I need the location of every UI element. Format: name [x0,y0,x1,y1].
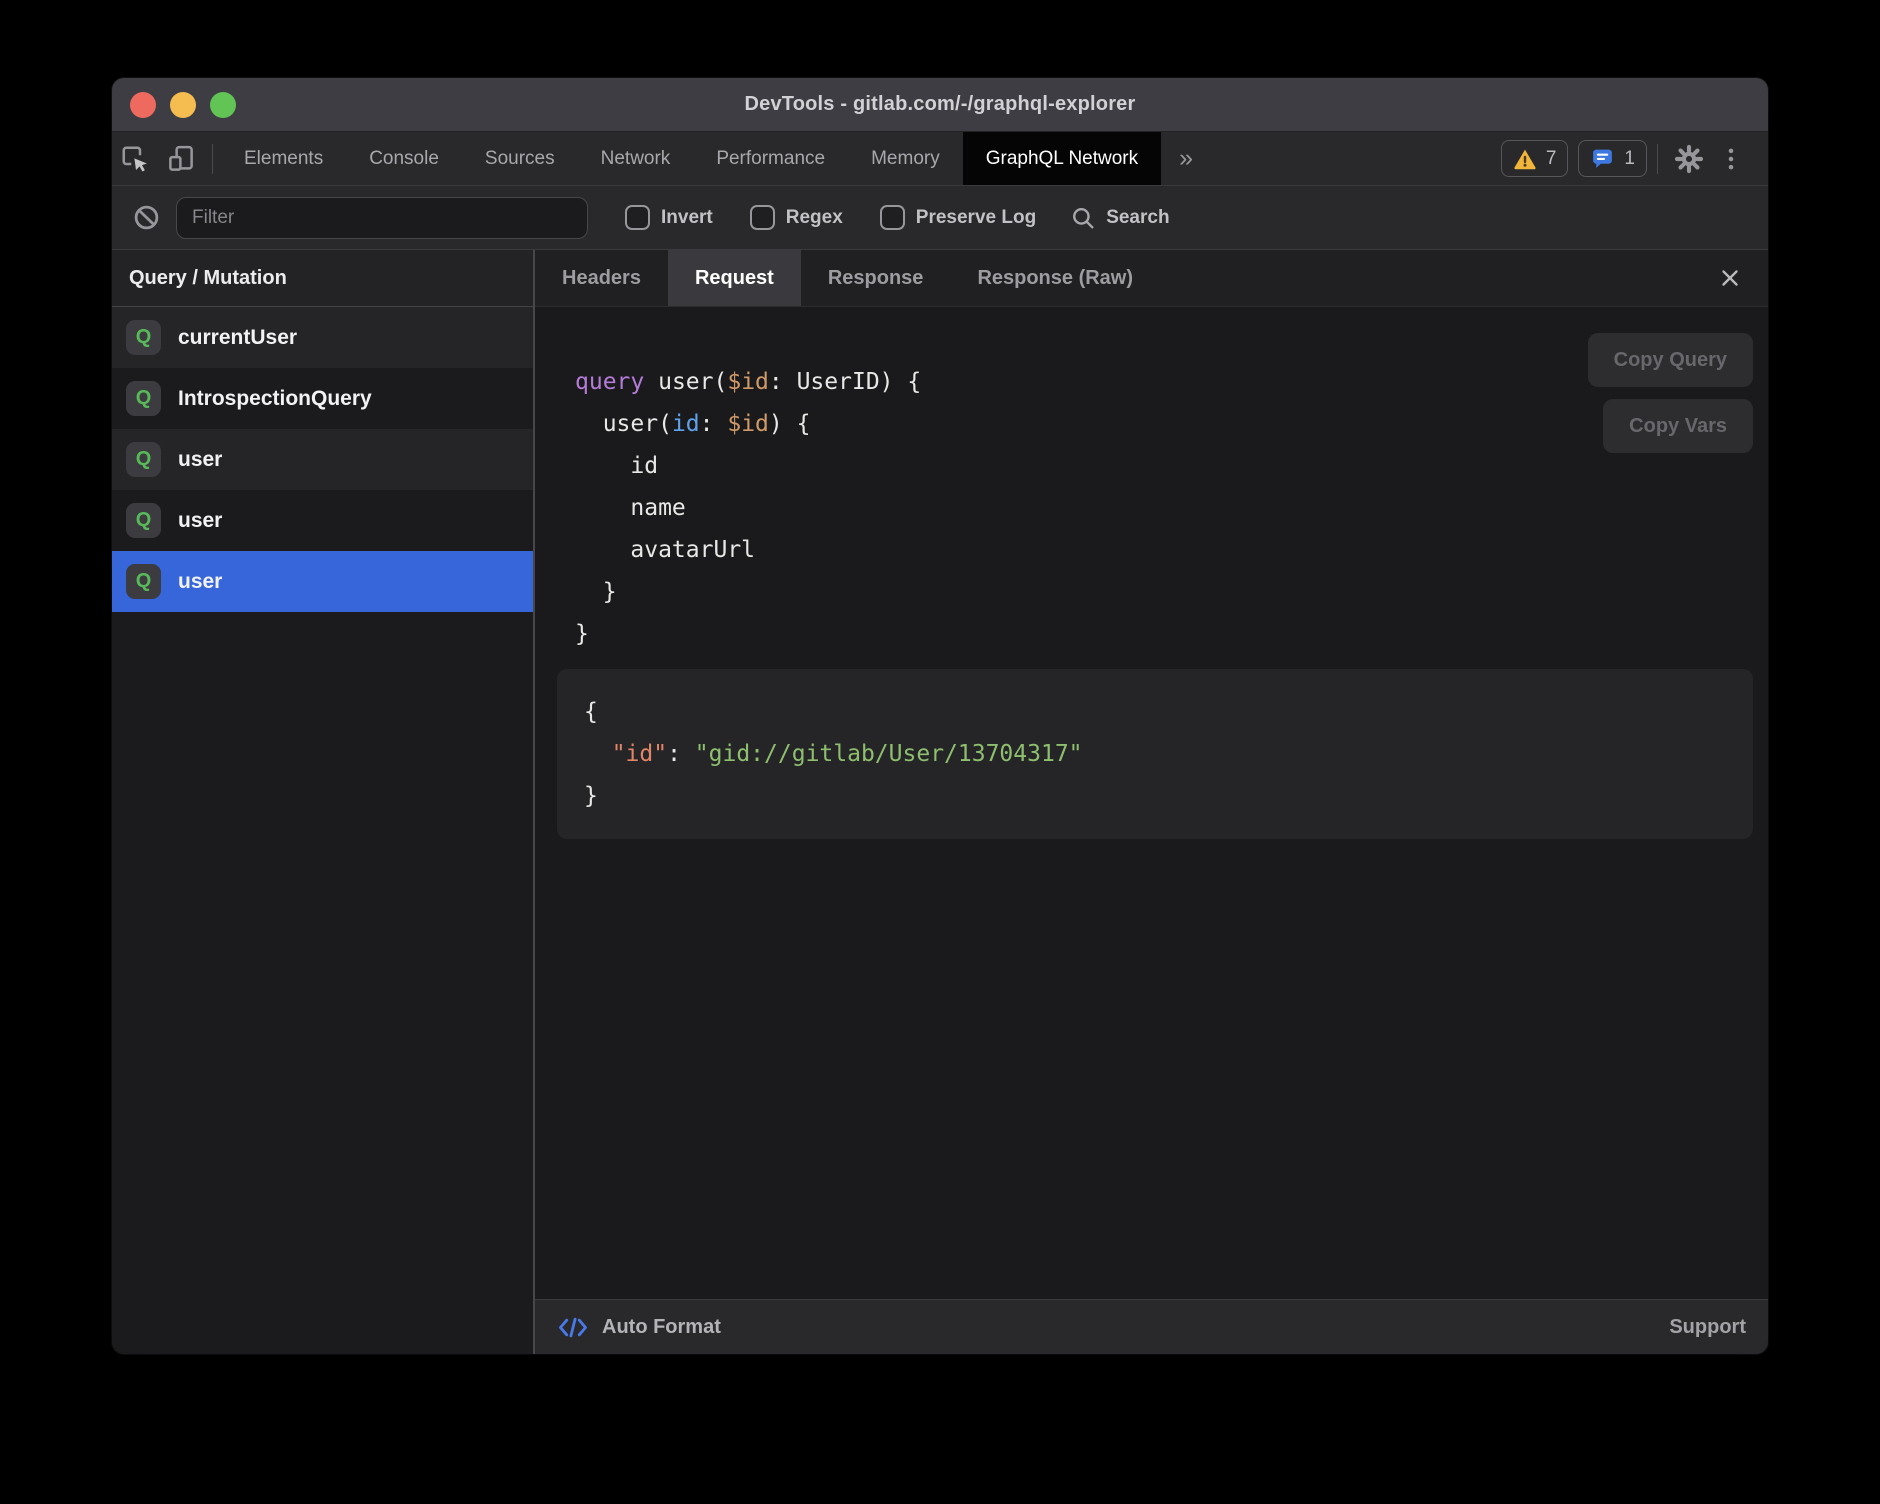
checkbox-box-invert[interactable] [625,205,650,230]
copy-vars-button[interactable]: Copy Vars [1603,399,1753,453]
checkbox-regex[interactable]: Regex [750,205,843,230]
warnings-count: 7 [1546,148,1557,170]
query-name: user [178,570,222,594]
code-line: } [575,613,1768,655]
query-name: user [178,509,222,533]
detail-tab-response-raw[interactable]: Response (Raw) [950,250,1160,306]
close-icon [1717,265,1743,291]
copy-buttons: Copy Query Copy Vars [1588,333,1753,453]
tab-performance[interactable]: Performance [693,132,848,185]
checkbox-box-regex[interactable] [750,205,775,230]
request-detail-pane: HeadersRequestResponseResponse (Raw) Cop… [535,250,1768,1354]
clear-button[interactable] [128,200,164,236]
query-name: currentUser [178,326,297,350]
search-label: Search [1106,207,1169,229]
detail-tab-request[interactable]: Request [668,250,801,306]
toolbar-separator [212,144,213,174]
query-list-item[interactable]: Q IntrospectionQuery [112,368,533,429]
more-options-button[interactable] [1710,138,1752,180]
warning-icon [1513,147,1537,171]
inspect-element-button[interactable] [112,132,158,185]
devtools-tabs: ElementsConsoleSourcesNetworkPerformance… [221,132,1161,185]
auto-format-button[interactable]: Auto Format [557,1316,721,1339]
search-icon [1070,205,1096,231]
support-link[interactable]: Support [1669,1316,1746,1339]
code-line: "id": "gid://gitlab/User/13704317" [584,733,1726,775]
filter-checkboxes: Invert Regex Preserve Log [588,205,1036,230]
checkbox-box-preserve-log[interactable] [880,205,905,230]
settings-button[interactable] [1668,138,1710,180]
query-list-item[interactable]: Quser [112,551,533,612]
code-line: } [584,775,1726,817]
checkbox-label: Preserve Log [916,207,1036,229]
tab-network[interactable]: Network [578,132,694,185]
query-type-badge: Q [126,564,161,599]
query-list-header: Query / Mutation [112,250,533,307]
query-list-item[interactable]: Quser [112,429,533,490]
code-line: { [584,691,1726,733]
checkbox-invert[interactable]: Invert [625,205,713,230]
tab-graphql-network[interactable]: GraphQL Network [963,132,1161,185]
checkbox-label: Invert [661,207,713,229]
tab-elements[interactable]: Elements [221,132,346,185]
filter-input[interactable] [176,197,588,239]
warnings-badge[interactable]: 7 [1501,140,1569,177]
request-tab-content: Copy Query Copy Vars query user($id: Use… [535,307,1768,1299]
panel-body: Query / Mutation QcurrentUserQIntrospect… [112,250,1768,1354]
request-variables-code: { "id": "gid://gitlab/User/13704317"} [557,669,1753,839]
checkbox-preserve-log[interactable]: Preserve Log [880,205,1036,230]
query-name: IntrospectionQuery [178,387,372,411]
gear-icon [1673,143,1705,175]
query-type-badge: Q [126,442,161,477]
double-chevron-icon: » [1179,144,1193,173]
detail-tab-headers[interactable]: Headers [535,250,668,306]
more-tabs-button[interactable]: » [1161,132,1211,185]
query-list-item[interactable]: Quser [112,490,533,551]
toolbar-right: 7 1 [1491,132,1768,185]
kebab-menu-icon [1718,144,1744,174]
issues-badge[interactable]: 1 [1578,140,1647,177]
detail-tabs: HeadersRequestResponseResponse (Raw) [535,250,1768,307]
block-icon [132,203,161,232]
code-brackets-icon [557,1316,589,1339]
window-title: DevTools - gitlab.com/-/graphql-explorer [112,93,1768,116]
checkbox-label: Regex [786,207,843,229]
filter-bar: Invert Regex Preserve Log Search [112,186,1768,250]
query-type-badge: Q [126,320,161,355]
devtools-toolbar: ElementsConsoleSourcesNetworkPerformance… [112,132,1768,186]
titlebar: DevTools - gitlab.com/-/graphql-explorer [112,78,1768,132]
message-icon [1590,146,1615,171]
detail-footer: Auto Format Support [535,1299,1768,1354]
copy-query-button[interactable]: Copy Query [1588,333,1753,387]
code-line: avatarUrl [575,529,1768,571]
auto-format-label: Auto Format [602,1316,721,1339]
query-sidebar: Query / Mutation QcurrentUserQIntrospect… [112,250,535,1354]
tab-console[interactable]: Console [346,132,462,185]
code-line: name [575,487,1768,529]
device-toolbar-button[interactable] [158,132,204,185]
tab-sources[interactable]: Sources [462,132,578,185]
query-type-badge: Q [126,381,161,416]
query-type-badge: Q [126,503,161,538]
devtools-window: DevTools - gitlab.com/-/graphql-explorer… [112,78,1768,1354]
detail-tabs-list: HeadersRequestResponseResponse (Raw) [535,250,1160,306]
inspect-icon [120,144,150,174]
toolbar-separator [1657,144,1658,174]
query-list: QcurrentUserQIntrospectionQueryQuserQuse… [112,307,533,612]
code-line: } [575,571,1768,613]
query-name: user [178,448,222,472]
device-toolbar-icon [166,144,196,174]
query-list-item[interactable]: QcurrentUser [112,307,533,368]
issues-count: 1 [1624,148,1635,170]
close-detail-button[interactable] [1712,260,1748,296]
tab-memory[interactable]: Memory [848,132,963,185]
detail-tab-response[interactable]: Response [801,250,951,306]
search-button[interactable]: Search [1070,205,1169,231]
